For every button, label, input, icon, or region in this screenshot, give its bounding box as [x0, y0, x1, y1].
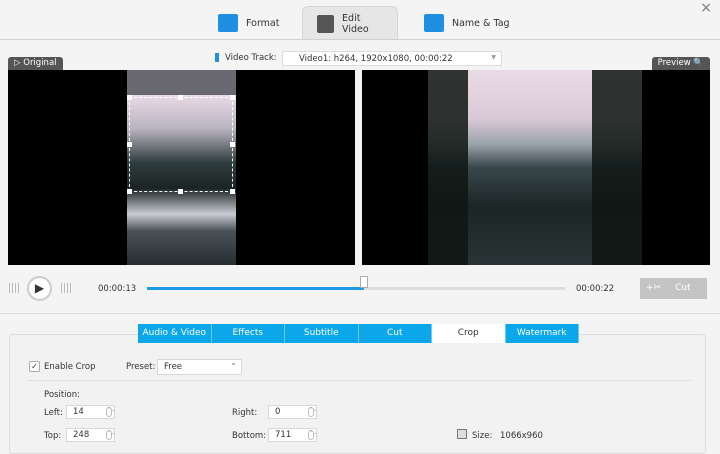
tab-format[interactable]: Format	[218, 6, 279, 40]
tab-label: Edit Video	[342, 12, 369, 35]
preset-select[interactable]: Free ⌃	[157, 359, 242, 375]
position-label: Position:	[44, 390, 80, 400]
progress-slider[interactable]	[147, 276, 565, 290]
enable-crop-label: Enable Crop	[44, 362, 96, 372]
cut-button[interactable]: +✂ Cut	[640, 278, 707, 299]
subtab-audio-video[interactable]: Audio & Video	[138, 324, 212, 343]
video-track-select[interactable]: Video1: h264, 1920x1080, 00:00:22 ▼	[282, 51, 502, 66]
tab-edit-video[interactable]: Edit Video	[302, 6, 398, 40]
subtab-subtitle[interactable]: Subtitle	[285, 324, 359, 343]
subtab-effects[interactable]: Effects	[211, 324, 285, 343]
original-label: ▷ Original	[8, 57, 63, 70]
bottom-input[interactable]: 711 ⌃⌄	[268, 428, 317, 442]
original-video	[8, 70, 355, 265]
next-frame-icon[interactable]	[61, 283, 71, 293]
bottom-value: 711	[275, 430, 292, 440]
current-time: 00:00:13	[98, 284, 137, 294]
preview-button[interactable]: Preview 🔍	[651, 57, 710, 70]
original-text: Original	[23, 58, 57, 68]
play-button[interactable]: ▶	[27, 276, 52, 301]
preset-value: Free	[164, 362, 183, 372]
right-value: 0	[275, 407, 281, 417]
close-button[interactable]: ×	[700, 0, 712, 16]
right-label: Right:	[232, 408, 258, 418]
size-value: 1066x960	[500, 431, 543, 441]
left-input[interactable]: 14 ⌃⌄	[66, 405, 115, 419]
right-input[interactable]: 0 ⌃⌄	[268, 405, 317, 419]
video-track-icon	[215, 53, 219, 62]
crop-rectangle[interactable]	[127, 95, 235, 194]
stepper-icon[interactable]: ⌃⌄	[308, 407, 317, 417]
top-value: 248	[73, 430, 90, 440]
total-time: 00:00:22	[576, 284, 615, 294]
tab-name-tag[interactable]: Name & Tag	[424, 6, 510, 40]
size-label: Size:	[472, 431, 493, 441]
tab-label: Format	[246, 17, 280, 29]
subtab-cut[interactable]: Cut	[358, 324, 432, 343]
format-icon	[218, 14, 238, 32]
left-value: 14	[73, 407, 84, 417]
chevron-down-icon: ▼	[491, 54, 496, 61]
bottom-label: Bottom:	[232, 431, 267, 441]
subtab-crop[interactable]: Crop	[432, 324, 506, 343]
stepper-icon[interactable]: ⌃⌄	[106, 407, 115, 417]
cut-label: Cut	[675, 283, 691, 293]
preset-label: Preset:	[126, 362, 156, 372]
stepper-icon[interactable]: ⌃⌄	[106, 430, 115, 440]
edit-video-icon	[317, 14, 335, 33]
video-track-value: Video1: h264, 1920x1080, 00:00:22	[299, 54, 453, 64]
top-label: Top:	[44, 431, 62, 441]
size-icon	[457, 429, 467, 439]
subtab-watermark[interactable]: Watermark	[505, 324, 579, 343]
video-track-label: Video Track:	[225, 53, 277, 63]
scissors-icon: +✂	[646, 283, 662, 293]
stepper-icon[interactable]: ⌃⌄	[308, 430, 317, 440]
progress-thumb[interactable]	[360, 276, 369, 288]
prev-frame-icon[interactable]	[9, 283, 19, 293]
updown-icon: ⌃	[229, 362, 237, 372]
subtab-bar: Audio & Video Effects Subtitle Cut Crop …	[138, 324, 579, 343]
preview-video	[362, 70, 710, 265]
left-label: Left:	[44, 408, 63, 418]
preview-text: Preview	[657, 58, 691, 68]
tab-label: Name & Tag	[452, 17, 510, 29]
top-input[interactable]: 248 ⌃⌄	[66, 428, 115, 442]
enable-crop-checkbox[interactable]: ✓	[29, 361, 40, 372]
name-tag-icon	[424, 14, 444, 32]
divider	[0, 39, 720, 40]
progress-fill	[147, 287, 365, 290]
